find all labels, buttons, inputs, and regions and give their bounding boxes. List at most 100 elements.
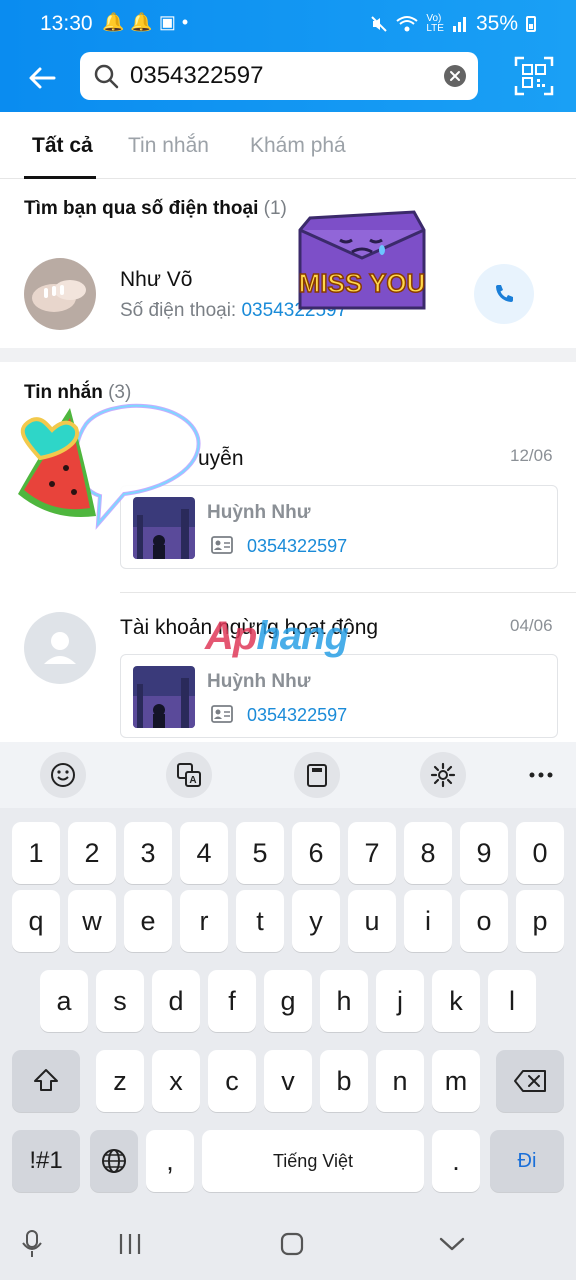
- key-t[interactable]: t: [236, 890, 284, 952]
- key-o[interactable]: o: [460, 890, 508, 952]
- tab-all[interactable]: Tất cả: [32, 134, 93, 158]
- key-8[interactable]: 8: [404, 822, 452, 884]
- notification-icons: 🔔🔔▣•: [102, 12, 195, 32]
- key-w[interactable]: w: [68, 890, 116, 952]
- backspace-key[interactable]: [496, 1050, 564, 1112]
- contact-name[interactable]: Như Võ: [120, 268, 192, 292]
- phone-section-label: Tìm bạn qua số điện thoại: [24, 198, 259, 219]
- key-q[interactable]: q: [12, 890, 60, 952]
- key-1[interactable]: 1: [12, 822, 60, 884]
- battery-percent: 35%: [475, 12, 518, 35]
- key-y[interactable]: y: [292, 890, 340, 952]
- key-s[interactable]: s: [96, 970, 144, 1032]
- message-title[interactable]: uyễn: [198, 447, 244, 471]
- status-time: 13:30: [40, 12, 93, 35]
- period-key[interactable]: .: [432, 1130, 480, 1192]
- keyboard: A 1234567890 qwertyuiop asdfghjkl zxcvbnm !…: [0, 742, 576, 1280]
- chevron-down-icon: [439, 1237, 465, 1251]
- svg-text:A: A: [189, 775, 196, 786]
- key-i[interactable]: i: [404, 890, 452, 952]
- home-icon: [280, 1232, 304, 1256]
- key-f[interactable]: f: [208, 970, 256, 1032]
- key-z[interactable]: z: [96, 1050, 144, 1112]
- key-c[interactable]: c: [208, 1050, 256, 1112]
- symbols-key[interactable]: !#1: [12, 1130, 80, 1192]
- key-v[interactable]: v: [264, 1050, 312, 1112]
- home-button[interactable]: [272, 1226, 312, 1262]
- back-button[interactable]: [20, 56, 64, 100]
- card-phone: 0354322597: [247, 536, 348, 556]
- key-e[interactable]: e: [124, 890, 172, 952]
- key-4[interactable]: 4: [180, 822, 228, 884]
- shift-key[interactable]: [12, 1050, 80, 1112]
- battery-icon: [526, 16, 536, 32]
- contact-avatar[interactable]: [24, 258, 96, 330]
- default-avatar[interactable]: [24, 612, 96, 684]
- key-2[interactable]: 2: [68, 822, 116, 884]
- avatar-photo: [24, 258, 96, 330]
- key-p[interactable]: p: [516, 890, 564, 952]
- key-d[interactable]: d: [152, 970, 200, 1032]
- user-placeholder-icon: [44, 632, 76, 664]
- key-l[interactable]: l: [488, 970, 536, 1032]
- language-key[interactable]: [90, 1130, 138, 1192]
- close-icon: [450, 71, 460, 81]
- comma-key[interactable]: ,: [146, 1130, 194, 1192]
- status-bar: 13:30 🔔🔔▣• Vo) LTE 35%: [0, 0, 576, 48]
- search-icon: [94, 64, 119, 89]
- translate-button[interactable]: A: [166, 752, 212, 798]
- emoji-button[interactable]: [40, 752, 86, 798]
- clear-search-button[interactable]: [444, 65, 466, 87]
- phone-section-count: (1): [263, 198, 287, 219]
- contact-card[interactable]: Huỳnh Như 0354322597: [120, 654, 558, 738]
- wifi-icon: [396, 16, 418, 32]
- system-nav-bar: [0, 1210, 576, 1280]
- watermelon-sticker: [12, 398, 204, 532]
- clipboard-button[interactable]: [294, 752, 340, 798]
- card-thumbnail: [133, 666, 195, 728]
- key-9[interactable]: 9: [460, 822, 508, 884]
- key-0[interactable]: 0: [516, 822, 564, 884]
- qr-scan-button[interactable]: [514, 56, 554, 96]
- key-5[interactable]: 5: [236, 822, 284, 884]
- key-j[interactable]: j: [376, 970, 424, 1032]
- hide-keyboard-button[interactable]: [432, 1226, 472, 1262]
- key-x[interactable]: x: [152, 1050, 200, 1112]
- call-button[interactable]: [474, 264, 534, 324]
- search-input[interactable]: [130, 62, 430, 90]
- card-phone: 0354322597: [247, 705, 348, 725]
- key-7[interactable]: 7: [348, 822, 396, 884]
- contact-card-icon: [211, 536, 233, 554]
- card-name: Huỳnh Như: [207, 502, 311, 523]
- key-6[interactable]: 6: [292, 822, 340, 884]
- key-a[interactable]: a: [40, 970, 88, 1032]
- tab-messages[interactable]: Tin nhắn: [128, 134, 209, 158]
- watermark-part1: Ap: [205, 614, 257, 658]
- recent-apps-button[interactable]: [110, 1226, 150, 1262]
- key-h[interactable]: h: [320, 970, 368, 1032]
- go-key[interactable]: Đi: [490, 1130, 564, 1192]
- section-separator: [0, 348, 576, 362]
- tab-explore[interactable]: Khám phá: [250, 134, 346, 158]
- sad-envelope-icon: MISS YOU: [298, 210, 426, 310]
- search-box[interactable]: [80, 52, 478, 100]
- key-n[interactable]: n: [376, 1050, 424, 1112]
- volte-icon: Vo) LTE: [426, 13, 444, 34]
- key-m[interactable]: m: [432, 1050, 480, 1112]
- list-divider: [120, 592, 576, 593]
- microphone-icon: [22, 1230, 42, 1257]
- space-key[interactable]: Tiếng Việt: [202, 1130, 424, 1192]
- key-r[interactable]: r: [180, 890, 228, 952]
- more-options-button[interactable]: [518, 752, 564, 798]
- city-night-image: [133, 666, 195, 728]
- voice-input-button[interactable]: [12, 1226, 52, 1262]
- keyboard-settings-button[interactable]: [420, 752, 466, 798]
- key-3[interactable]: 3: [124, 822, 172, 884]
- key-b[interactable]: b: [320, 1050, 368, 1112]
- key-u[interactable]: u: [348, 890, 396, 952]
- smiley-icon: [51, 763, 75, 787]
- key-k[interactable]: k: [432, 970, 480, 1032]
- miss-you-text: MISS YOU: [299, 268, 426, 298]
- watermark-part2: hang: [256, 614, 349, 658]
- key-g[interactable]: g: [264, 970, 312, 1032]
